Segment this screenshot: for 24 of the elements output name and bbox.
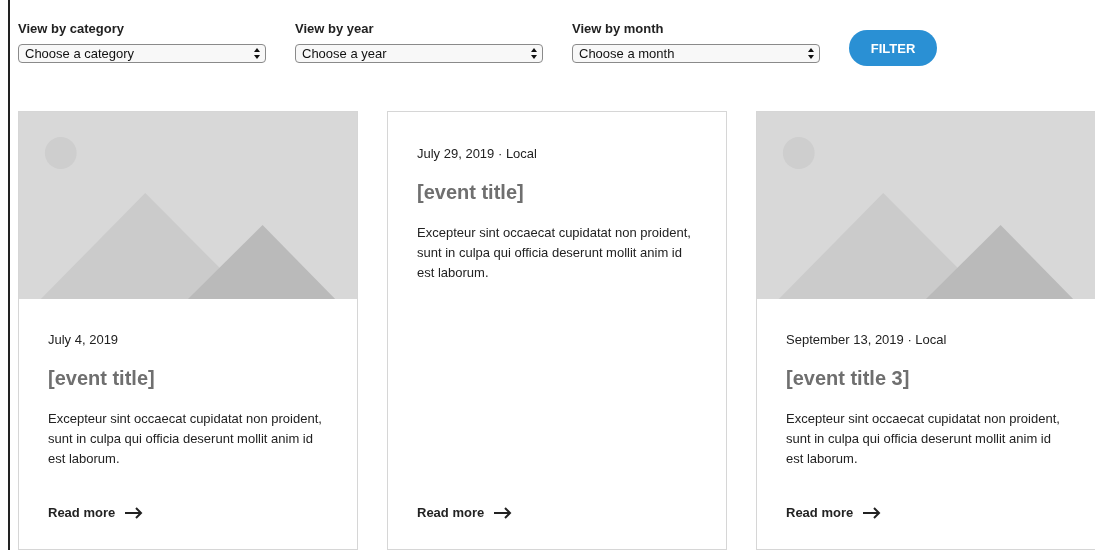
arrow-icon [863, 506, 882, 519]
arrow-icon [125, 506, 144, 519]
event-date: July 4, 2019 [48, 332, 120, 347]
read-more-link[interactable]: Read more [786, 505, 882, 520]
dropdown-field[interactable]: Choose a category [18, 44, 266, 63]
updown-icon [254, 48, 260, 59]
updown-icon [531, 48, 537, 59]
filter-label: View by year [295, 20, 375, 37]
event-date: September 13, 2019 · Local [786, 332, 948, 347]
updown-icon [808, 48, 814, 59]
dropdown-field[interactable]: Choose a month [572, 44, 820, 63]
event-date: July 29, 2019 · Local [417, 146, 538, 161]
event-title: [event title 3] [786, 367, 911, 390]
event-title: [event title] [417, 181, 525, 204]
event-description: Excepteur sint occaecat cupidatat non proident, sunt in culpa qui officia deserunt mollit anim id est laborum. [417, 224, 692, 282]
event-title: [event title] [48, 367, 156, 390]
arrow-icon [494, 506, 513, 519]
filter-label: View by category [18, 20, 125, 37]
event-description: Excepteur sint occaecat cupidatat non proident, sunt in culpa qui officia deserunt mollit anim id est laborum. [48, 410, 323, 468]
event-description: Excepteur sint occaecat cupidatat non proident, sunt in culpa qui officia deserunt mollit anim id est laborum. [786, 410, 1061, 468]
read-more-link[interactable]: Read more [417, 505, 513, 520]
dropdown-field[interactable]: Choose a year [295, 44, 543, 63]
filter-label: View by month [572, 20, 665, 37]
read-more-link[interactable]: Read more [48, 505, 144, 520]
